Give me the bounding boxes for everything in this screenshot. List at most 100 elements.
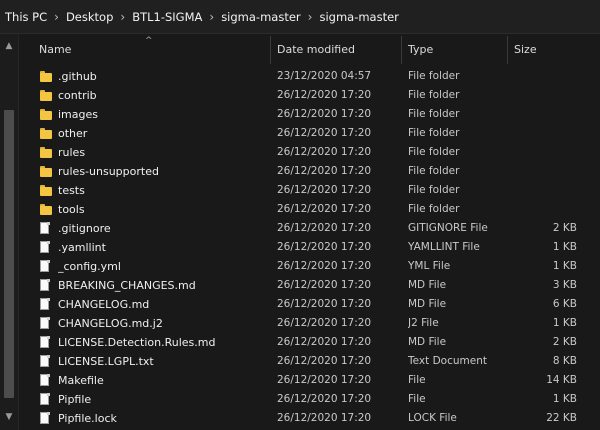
file-row[interactable]: rules 26/12/2020 17:20 File folder — [27, 143, 587, 162]
sort-up-icon: ^ — [145, 36, 153, 46]
file-type: File — [408, 374, 426, 386]
file-row[interactable]: Pipfile 26/12/2020 17:20 File 1 KB — [27, 390, 587, 409]
chevron-right-icon[interactable]: › — [304, 10, 317, 24]
file-row[interactable]: tests 26/12/2020 17:20 File folder — [27, 181, 587, 200]
file-row[interactable]: .github 23/12/2020 04:57 File folder — [27, 67, 587, 86]
file-name: .yamllint — [58, 241, 106, 254]
file-type: File folder — [408, 203, 460, 215]
file-icon — [40, 260, 54, 273]
file-date-modified: 26/12/2020 17:20 — [277, 374, 372, 386]
chevron-right-icon[interactable]: › — [50, 10, 63, 24]
file-icon — [40, 355, 54, 368]
folder-icon — [40, 70, 54, 83]
file-row[interactable]: contrib 26/12/2020 17:20 File folder — [27, 86, 587, 105]
file-size: 6 KB — [552, 298, 577, 310]
file-date-modified: 26/12/2020 17:20 — [277, 317, 372, 329]
breadcrumb-item[interactable]: This PC — [2, 10, 50, 24]
file-size: 1 KB — [552, 260, 577, 272]
file-name: LICENSE.LGPL.txt — [58, 355, 154, 368]
column-header-label: Type — [408, 43, 434, 56]
chevron-right-icon[interactable]: › — [205, 10, 218, 24]
file-date-modified: 26/12/2020 17:20 — [277, 108, 372, 120]
column-header-label: Name — [39, 43, 72, 56]
file-icon — [40, 393, 54, 406]
file-type: File folder — [408, 146, 460, 158]
file-date-modified: 26/12/2020 17:20 — [277, 203, 372, 215]
file-row[interactable]: _config.yml 26/12/2020 17:20 YML File 1 KB — [27, 257, 587, 276]
column-header-date[interactable]: Date modified — [271, 36, 402, 64]
file-size: 22 KB — [546, 412, 577, 424]
file-type: File folder — [408, 89, 460, 101]
file-type: File folder — [408, 184, 460, 196]
file-name: .github — [58, 70, 97, 83]
breadcrumb: This PC › Desktop › BTL1-SIGMA › sigma-m… — [0, 0, 600, 34]
file-row[interactable]: rules-unsupported 26/12/2020 17:20 File fo… — [27, 162, 587, 181]
file-date-modified: 26/12/2020 17:20 — [277, 355, 372, 367]
file-icon — [40, 298, 54, 311]
folder-icon — [40, 127, 54, 140]
file-type: MD File — [408, 279, 447, 291]
scroll-thumb[interactable] — [4, 110, 14, 398]
file-type: MD File — [408, 336, 447, 348]
breadcrumb-item[interactable]: sigma-master — [218, 10, 303, 24]
file-row[interactable]: CHANGELOG.md.j2 26/12/2020 17:20 J2 File 1 … — [27, 314, 587, 333]
file-row[interactable]: .yamllint 26/12/2020 17:20 YAMLLINT File 1 … — [27, 238, 587, 257]
file-row[interactable]: tools 26/12/2020 17:20 File folder — [27, 200, 587, 219]
file-type: File folder — [408, 108, 460, 120]
file-row[interactable]: LICENSE.LGPL.txt 26/12/2020 17:20 Text Doc… — [27, 352, 587, 371]
file-row[interactable]: other 26/12/2020 17:20 File folder — [27, 124, 587, 143]
file-type: MD File — [408, 298, 447, 310]
file-list: .github 23/12/2020 04:57 File folder contri… — [27, 67, 587, 430]
column-header-size[interactable]: Size — [508, 36, 592, 64]
file-size — [514, 181, 577, 200]
file-size: 2 KB — [552, 336, 577, 348]
file-icon — [40, 412, 54, 425]
file-type: File — [408, 393, 426, 405]
file-row[interactable]: .gitignore 26/12/2020 17:20 GITIGNORE File… — [27, 219, 587, 238]
file-type: File folder — [408, 127, 460, 139]
scroll-down-arrow-icon[interactable]: ▼ — [0, 408, 18, 426]
file-row[interactable]: CHANGELOG.md 26/12/2020 17:20 MD File 6 KB — [27, 295, 587, 314]
scroll-up-arrow-icon[interactable]: ▲ — [0, 37, 18, 55]
file-name: other — [58, 127, 88, 140]
file-date-modified: 26/12/2020 17:20 — [277, 336, 372, 348]
vertical-scrollbar[interactable]: ▲ ▼ — [0, 34, 19, 430]
file-size — [514, 143, 577, 162]
file-name: BREAKING_CHANGES.md — [58, 279, 196, 292]
file-row[interactable]: LICENSE.Detection.Rules.md 26/12/2020 17:… — [27, 333, 587, 352]
file-type: Text Document — [408, 355, 487, 367]
file-row[interactable]: images 26/12/2020 17:20 File folder — [27, 105, 587, 124]
chevron-right-icon[interactable]: › — [116, 10, 129, 24]
file-row[interactable]: Makefile 26/12/2020 17:20 File 14 KB — [27, 371, 587, 390]
breadcrumb-item[interactable]: BTL1-SIGMA — [129, 10, 205, 24]
column-header-type[interactable]: Type — [402, 36, 508, 64]
file-row[interactable]: Pipfile.lock 26/12/2020 17:20 LOCK File 22 … — [27, 409, 587, 428]
file-date-modified: 26/12/2020 17:20 — [277, 298, 372, 310]
column-header-label: Date modified — [277, 43, 355, 56]
file-name: tools — [58, 203, 85, 216]
file-icon — [40, 336, 54, 349]
file-size — [514, 162, 577, 181]
file-date-modified: 26/12/2020 17:20 — [277, 279, 372, 291]
file-icon — [40, 374, 54, 387]
file-type: J2 File — [408, 317, 439, 329]
file-name: CHANGELOG.md.j2 — [58, 317, 163, 330]
breadcrumb-item[interactable]: Desktop — [63, 10, 116, 24]
file-size: 1 KB — [552, 317, 577, 329]
file-date-modified: 26/12/2020 17:20 — [277, 241, 372, 253]
file-name: LICENSE.Detection.Rules.md — [58, 336, 216, 349]
folder-icon — [40, 203, 54, 216]
file-row[interactable]: BREAKING_CHANGES.md 26/12/2020 17:20 MD Fi… — [27, 276, 587, 295]
file-name: CHANGELOG.md — [58, 298, 150, 311]
file-type: File folder — [408, 165, 460, 177]
file-size: 3 KB — [552, 279, 577, 291]
column-header-name[interactable]: ^ Name — [27, 36, 271, 64]
file-name: images — [58, 108, 98, 121]
file-type: File folder — [408, 70, 460, 82]
breadcrumb-item[interactable]: sigma-master — [316, 10, 401, 24]
file-size — [514, 200, 577, 219]
file-name: Makefile — [58, 374, 104, 387]
file-size — [514, 67, 577, 86]
file-name: Pipfile — [58, 393, 92, 406]
file-date-modified: 26/12/2020 17:20 — [277, 89, 372, 101]
